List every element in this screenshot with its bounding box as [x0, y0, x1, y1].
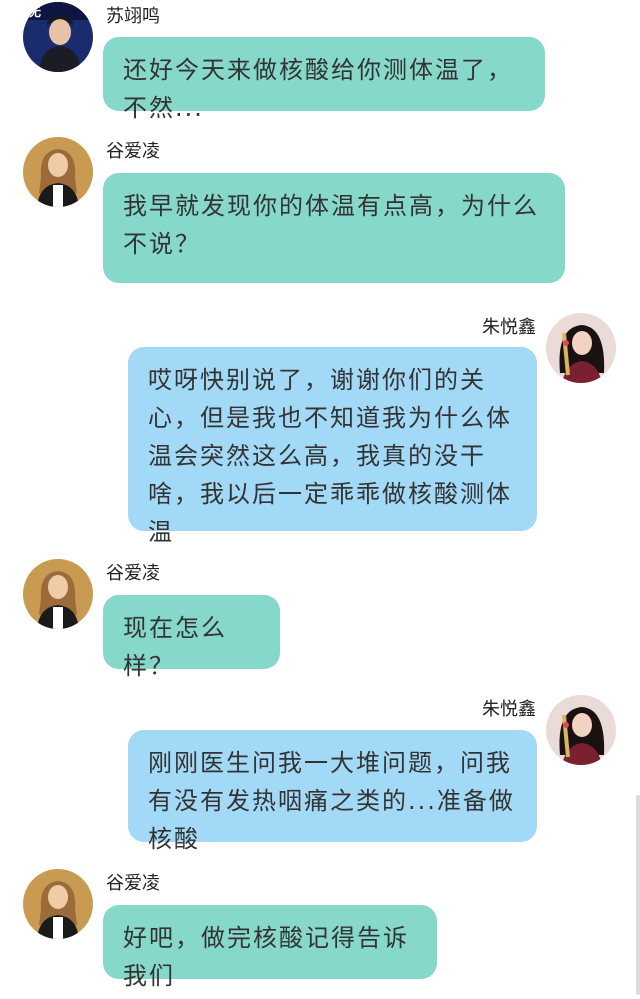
- sender-name: 谷爱凌: [106, 873, 160, 894]
- sender-name: 苏翊鸣: [106, 6, 160, 27]
- message-bubble[interactable]: 我早就发现你的体温有点高，为什么不说？: [103, 173, 565, 283]
- message-bubble[interactable]: 还好今天来做核酸给你测体温了，不然...: [103, 37, 545, 122]
- avatar-gu[interactable]: [23, 137, 93, 207]
- message-bubble[interactable]: 好吧，做完核酸记得告诉我们: [103, 905, 437, 990]
- sender-name: 谷爱凌: [106, 141, 160, 162]
- avatar-su[interactable]: 无: [23, 2, 93, 72]
- sender-name: 谷爱凌: [106, 563, 160, 584]
- avatar-zhu[interactable]: [546, 695, 616, 765]
- sender-name: 朱悦鑫: [482, 317, 536, 338]
- message-bubble[interactable]: 刚刚医生问我一大堆问题，问我有没有发热咽痛之类的...准备做核酸: [128, 730, 537, 853]
- svg-text:无: 无: [28, 5, 41, 19]
- scrollbar[interactable]: [636, 795, 640, 995]
- message-bubble[interactable]: 哎呀快别说了，谢谢你们的关心，但是我也不知道我为什么体温会突然这么高，我真的没干…: [128, 347, 537, 546]
- sender-name: 朱悦鑫: [482, 699, 536, 720]
- avatar-gu[interactable]: [23, 559, 93, 629]
- message-bubble[interactable]: 现在怎么样？: [103, 595, 280, 680]
- avatar-gu[interactable]: [23, 869, 93, 939]
- avatar-zhu[interactable]: [546, 313, 616, 383]
